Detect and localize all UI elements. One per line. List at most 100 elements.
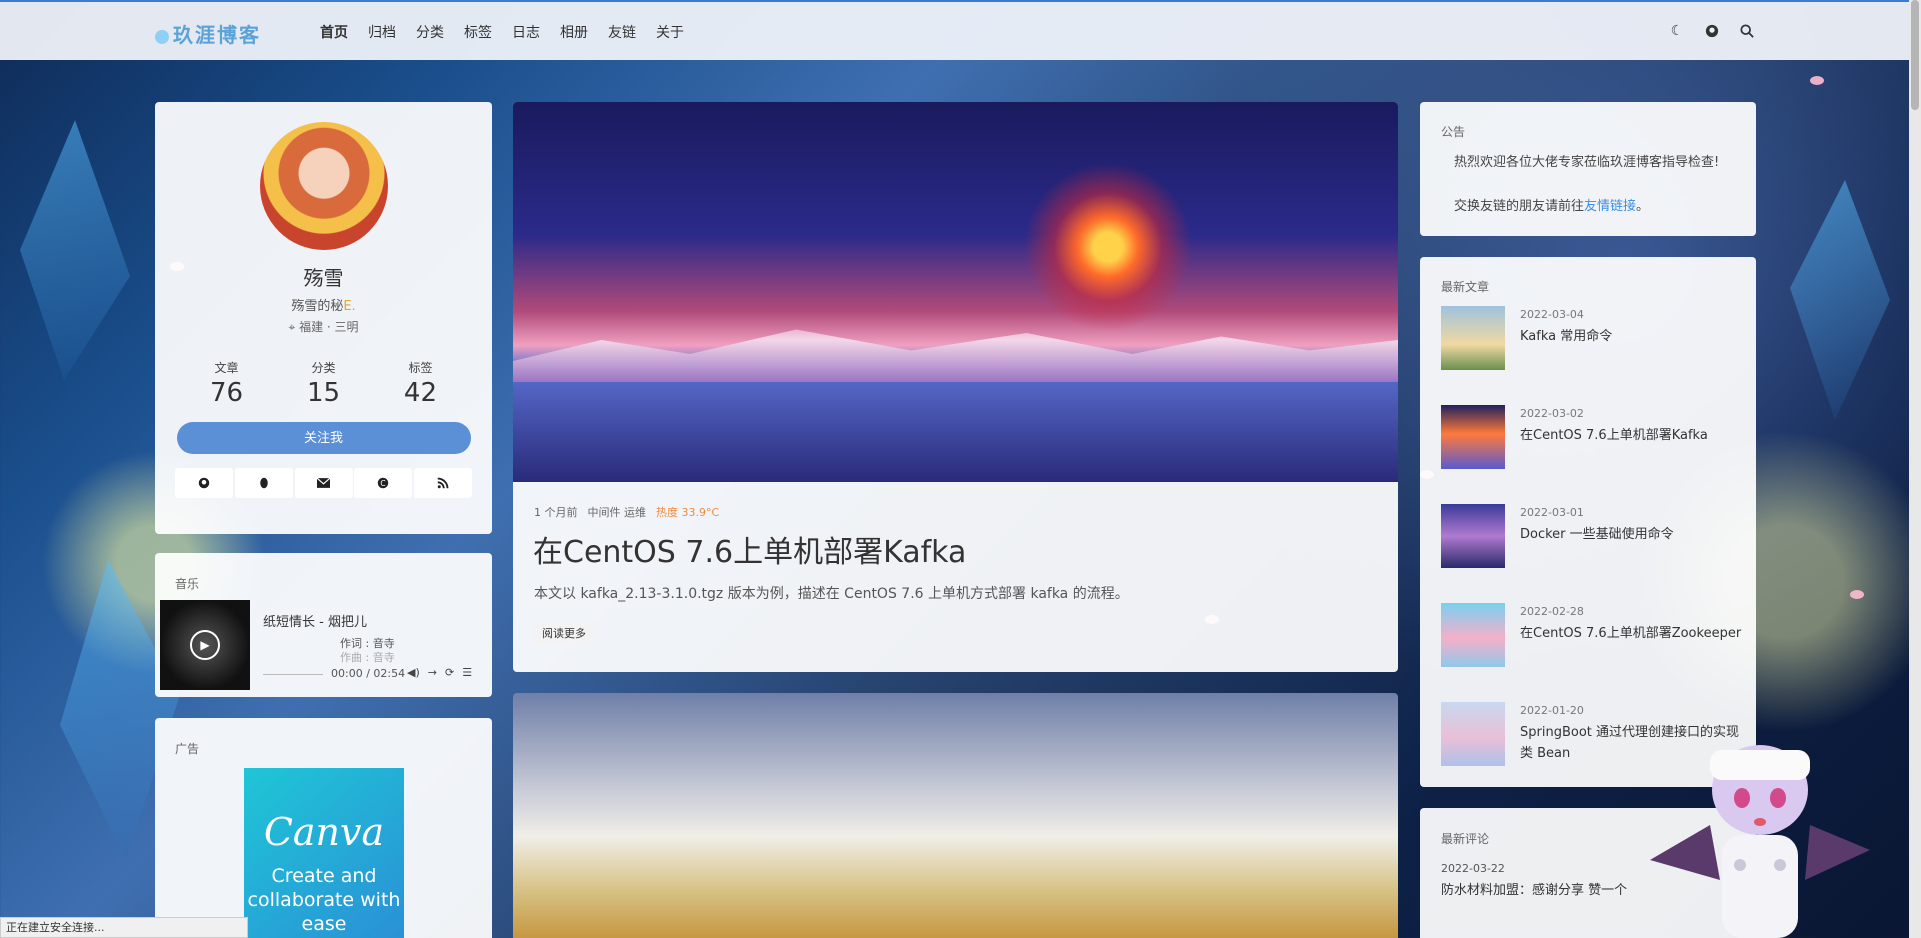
logo-text: 玖涯博客 (173, 23, 261, 47)
nav-icons: ☾ (1668, 22, 1756, 40)
post-time: 1 个月前 (534, 506, 578, 519)
qq-icon[interactable] (234, 468, 293, 498)
post-meta: 1 个月前 中间件 运维 热度 33.9°C (534, 504, 719, 520)
mascot-character[interactable] (1650, 730, 1870, 938)
cover-mountains (513, 329, 1398, 382)
menu-item-category[interactable]: 分类 (416, 22, 444, 42)
location-pin-icon: ⌖ (288, 320, 296, 334)
read-more-button[interactable]: 阅读更多 (534, 623, 594, 645)
moon-icon[interactable]: ☾ (1668, 22, 1686, 40)
post-card-2-cover[interactable] (513, 693, 1398, 938)
mail-icon[interactable] (294, 468, 353, 498)
rss-icon[interactable] (414, 468, 472, 498)
notice-links-prefix: 交换友链的朋友请前往 (1454, 199, 1585, 214)
post-title[interactable]: 在CentOS 7.6上单机部署Kafka (533, 527, 966, 571)
post-card[interactable]: 1 个月前 中间件 运维 热度 33.9°C 在CentOS 7.6上单机部署K… (513, 102, 1398, 672)
follow-button[interactable]: 关注我 (176, 422, 471, 454)
canva-ad-banner[interactable]: Canva Create and collaborate with ease (244, 768, 404, 938)
menu-item-about[interactable]: 关于 (656, 22, 684, 42)
browser-status-bar: 正在建立安全连接... (0, 917, 248, 938)
petal (1810, 76, 1824, 85)
stat-value: 15 (306, 378, 341, 408)
background-leaf (20, 120, 130, 380)
background-leaf (1790, 180, 1890, 420)
playlist-icon[interactable]: ☰ (462, 666, 472, 679)
author-name: 殇雪 (303, 266, 344, 290)
music-card: 音乐 ▶ 纸短情长 - 烟把儿 作词 : 音寺 作曲 : 音寺 00:00 / … (155, 553, 492, 697)
site-logo[interactable]: 玖涯博客 (155, 19, 261, 48)
menu-item-album[interactable]: 相册 (560, 22, 588, 42)
menu-item-journal[interactable]: 日志 (512, 22, 540, 42)
loop-icon[interactable]: ⟳ (445, 666, 454, 679)
recent-comments-label: 最新评论 (1441, 832, 1490, 846)
ad-card: 广告 Canva Create and collaborate with eas… (155, 718, 492, 938)
stat-tags[interactable]: 标签 42 (404, 359, 437, 408)
author-desc-text: 殇雪的秘 (291, 299, 344, 314)
github-icon[interactable] (1703, 22, 1721, 40)
post-excerpt: 本文以 kafka_2.13-3.1.0.tgz 版本为例，描述在 CentOS… (534, 586, 1129, 602)
post-heat: 热度 33.9°C (656, 506, 720, 519)
scrollbar-thumb[interactable] (1911, 0, 1919, 110)
friend-links-link[interactable]: 友情链接 (1584, 199, 1636, 214)
notice-card: 公告 热烈欢迎各位大佬专家莅临玖涯博客指导检查! 交换友链的朋友请前往友情链接。 (1420, 102, 1756, 236)
recent-post-item[interactable]: 2022-03-02 在CentOS 7.6上单机部署Kafka (1441, 405, 1751, 471)
recent-post-date: 2022-03-02 (1520, 407, 1584, 420)
recent-posts-label: 最新文章 (1441, 280, 1490, 294)
recent-post-title[interactable]: Docker 一些基础使用命令 (1520, 524, 1750, 545)
recent-post-thumbnail[interactable] (1441, 405, 1505, 469)
post-cover-image[interactable] (513, 102, 1398, 482)
recent-post-item[interactable]: 2022-03-04 Kafka 常用命令 (1441, 306, 1751, 372)
author-stats: 文章 76 分类 15 标签 42 (155, 359, 492, 408)
notice-links-suffix: 。 (1636, 199, 1650, 214)
progress-bar[interactable] (263, 674, 323, 675)
music-label: 音乐 (175, 577, 200, 591)
author-card: 殇雪 殇雪的秘E. ⌖ 福建 · 三明 文章 76 分类 15 标签 42 关注我 C (155, 102, 492, 534)
recent-post-date: 2022-03-04 (1520, 308, 1584, 321)
recent-post-thumbnail[interactable] (1441, 306, 1505, 370)
stat-articles[interactable]: 文章 76 (210, 359, 243, 408)
recent-post-thumbnail[interactable] (1441, 603, 1505, 667)
author-description: 殇雪的秘E. (155, 295, 492, 314)
recent-post-date: 2022-02-28 (1520, 605, 1584, 618)
post-tags[interactable]: 中间件 运维 (588, 504, 647, 520)
play-time: 00:00 / 02:54 (331, 667, 406, 680)
author-desc-highlight: E. (343, 299, 356, 314)
comment-text[interactable]: 防水材料加盟：感谢分享 赞一个 (1441, 879, 1627, 898)
play-icon[interactable]: ▶ (190, 630, 220, 660)
stat-label: 标签 (408, 361, 433, 375)
recent-post-title[interactable]: Kafka 常用命令 (1520, 326, 1750, 347)
notice-text: 热烈欢迎各位大佬专家莅临玖涯博客指导检查! (1454, 155, 1720, 170)
petal (1850, 590, 1864, 599)
csdn-icon[interactable]: C (354, 468, 413, 498)
social-links: C (175, 468, 472, 498)
notice-label: 公告 (1441, 125, 1466, 139)
menu-item-home[interactable]: 首页 (320, 22, 348, 42)
stat-value: 76 (210, 378, 244, 408)
ad-brand: Canva (263, 810, 385, 854)
menu-item-tags[interactable]: 标签 (464, 22, 492, 42)
order-icon[interactable]: → (428, 666, 437, 679)
avatar (259, 122, 388, 250)
notice-links-text: 交换友链的朋友请前往友情链接。 (1454, 195, 1649, 214)
stat-label: 文章 (214, 361, 239, 375)
scrollbar[interactable] (1909, 0, 1921, 938)
lyric-line: 作曲 : 音寺 (340, 651, 395, 664)
menu-item-links[interactable]: 友链 (608, 22, 636, 42)
track-title: 纸短情长 - 烟把儿 (263, 615, 367, 630)
recent-post-item[interactable]: 2022-02-28 在CentOS 7.6上单机部署Zookeeper (1441, 603, 1751, 669)
recent-post-thumbnail[interactable] (1441, 504, 1505, 568)
comment-date: 2022-03-22 (1441, 862, 1505, 875)
search-icon[interactable] (1738, 22, 1756, 40)
menu-item-archive[interactable]: 归档 (368, 22, 396, 42)
recent-post-title[interactable]: 在CentOS 7.6上单机部署Kafka (1520, 425, 1750, 446)
volume-icon[interactable]: ◀) (407, 666, 420, 679)
recent-post-thumbnail[interactable] (1441, 702, 1505, 766)
recent-post-item[interactable]: 2022-03-01 Docker 一些基础使用命令 (1441, 504, 1751, 570)
author-location: ⌖ 福建 · 三明 (155, 318, 492, 335)
logo-icon (155, 29, 169, 44)
ad-label: 广告 (175, 742, 200, 756)
stat-categories[interactable]: 分类 15 (307, 359, 340, 408)
recent-post-title[interactable]: 在CentOS 7.6上单机部署Zookeeper (1520, 623, 1750, 644)
github-icon[interactable] (175, 468, 233, 498)
album-cover: ▶ (160, 600, 250, 690)
